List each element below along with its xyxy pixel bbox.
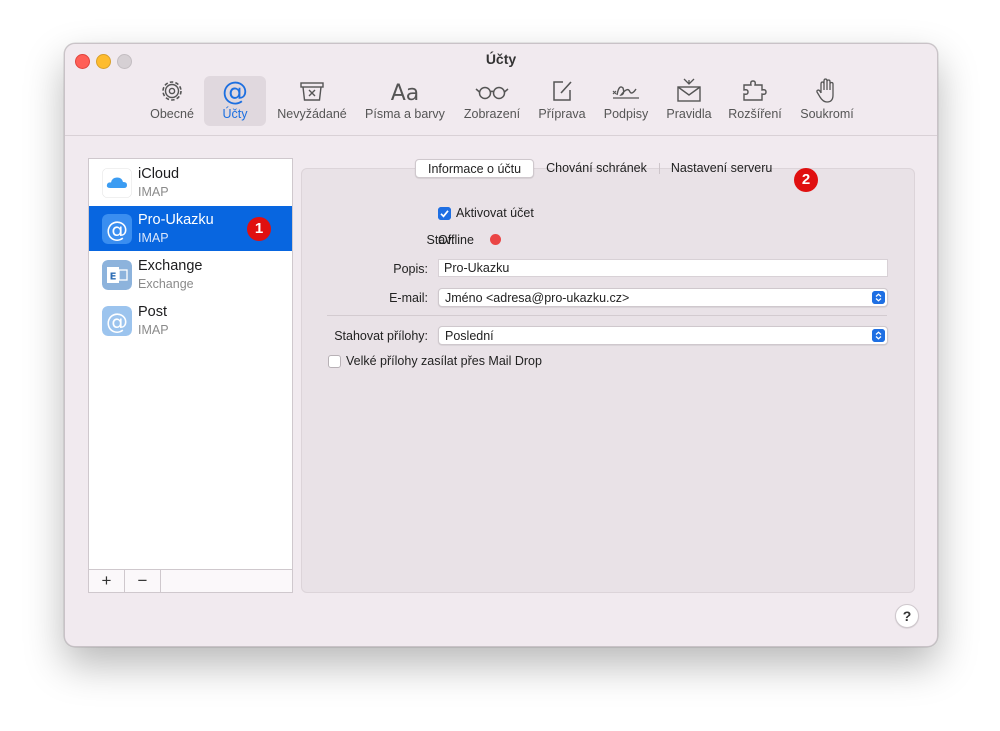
account-name: Exchange bbox=[138, 258, 203, 274]
toolbar-signatures[interactable]: Podpisy bbox=[597, 76, 655, 126]
gear-icon bbox=[162, 81, 182, 101]
toolbar-junk[interactable]: Nevyžádané bbox=[273, 76, 351, 126]
remove-account-button[interactable]: − bbox=[125, 570, 161, 592]
account-type: Exchange bbox=[138, 277, 194, 291]
status-value: Offline bbox=[438, 233, 474, 247]
glasses-icon bbox=[475, 86, 509, 100]
account-item-icloud[interactable]: iCloud IMAP bbox=[89, 160, 292, 205]
accounts-list-footer: + − bbox=[88, 569, 293, 593]
svg-text:E: E bbox=[110, 272, 117, 283]
toolbar-rules[interactable]: Pravidla bbox=[661, 76, 717, 126]
help-button[interactable]: ? bbox=[895, 604, 919, 628]
compose-icon bbox=[553, 81, 572, 101]
email-select[interactable]: Jméno <adresa@pro-ukazku.cz> bbox=[438, 288, 888, 307]
toolbar-extensions-label: Rozšíření bbox=[728, 107, 782, 121]
tab-server-settings[interactable]: Nastavení serveru bbox=[658, 159, 784, 178]
enable-account-checkbox[interactable] bbox=[438, 207, 451, 220]
toolbar-extensions[interactable]: Rozšíření bbox=[723, 76, 787, 126]
toolbar-viewing[interactable]: Zobrazení bbox=[459, 76, 525, 126]
annotation-badge-1: 1 bbox=[247, 217, 271, 241]
enable-account-label: Aktivovat účet bbox=[456, 206, 534, 220]
junk-bin-icon bbox=[300, 82, 324, 101]
toolbar-signatures-label: Podpisy bbox=[603, 107, 649, 121]
toolbar-accounts-label: Účty bbox=[222, 107, 248, 121]
annotation-badge-2: 2 bbox=[794, 168, 818, 192]
toolbar-rules-label: Pravidla bbox=[666, 107, 712, 121]
signature-icon bbox=[612, 86, 639, 99]
add-account-button[interactable]: + bbox=[89, 570, 125, 592]
download-attachments-value: Poslední bbox=[445, 329, 494, 343]
mail-drop-label: Velké přílohy zasílat přes Mail Drop bbox=[346, 354, 542, 368]
svg-text:Aa: Aa bbox=[391, 81, 420, 106]
exchange-icon: E bbox=[102, 260, 132, 290]
at-sign-icon: @ bbox=[222, 77, 248, 106]
account-name: Post bbox=[138, 304, 168, 320]
tab-account-info[interactable]: Informace o účtu bbox=[415, 159, 535, 178]
description-input[interactable] bbox=[438, 259, 888, 277]
download-attachments-label: Stahovat přílohy: bbox=[334, 329, 428, 343]
fonts-icon: Aa bbox=[391, 81, 420, 106]
toolbar-composing[interactable]: Příprava bbox=[533, 76, 591, 126]
account-item-pro-ukazku[interactable]: @ Pro-Ukazku IMAP 1 bbox=[89, 206, 292, 251]
toolbar-junk-label: Nevyžádané bbox=[277, 107, 347, 121]
description-label: Popis: bbox=[393, 262, 428, 276]
account-tabs: Informace o účtu Chování schránek Nastav… bbox=[415, 159, 784, 178]
toolbar-general[interactable]: Obecné bbox=[145, 76, 199, 126]
svg-text:@: @ bbox=[106, 310, 128, 335]
accounts-list[interactable]: iCloud IMAP @ Pro-Ukazku IMAP 1 E Exchan… bbox=[88, 158, 293, 593]
account-item-exchange[interactable]: E Exchange Exchange bbox=[89, 252, 292, 297]
at-sign-icon: @ bbox=[102, 306, 132, 336]
mail-drop-checkbox[interactable] bbox=[328, 355, 341, 368]
email-select-value: Jméno <adresa@pro-ukazku.cz> bbox=[445, 291, 630, 305]
window-title: Účty bbox=[485, 51, 517, 67]
toolbar-fonts-colors[interactable]: Aa Písma a barvy bbox=[359, 76, 451, 126]
toolbar-general-label: Obecné bbox=[150, 107, 194, 121]
account-detail-panel bbox=[301, 168, 915, 593]
account-name: iCloud bbox=[138, 166, 180, 182]
svg-text:@: @ bbox=[222, 77, 248, 106]
preferences-window: Účty Obecné @ Účty Nevyžádané Aa Písma a… bbox=[64, 43, 938, 647]
download-attachments-select[interactable]: Poslední bbox=[438, 326, 888, 345]
toolbar-privacy[interactable]: Soukromí bbox=[794, 76, 860, 126]
toolbar-privacy-label: Soukromí bbox=[800, 107, 854, 121]
tab-mailbox-behaviors[interactable]: Chování schránek bbox=[534, 159, 659, 178]
toolbar-composing-label: Příprava bbox=[538, 107, 586, 121]
svg-text:@: @ bbox=[106, 218, 128, 243]
toolbar-accounts[interactable]: @ Účty bbox=[204, 76, 266, 126]
form-separator bbox=[327, 315, 887, 316]
puzzle-icon bbox=[743, 80, 767, 101]
hand-icon bbox=[816, 78, 834, 103]
email-label: E-mail: bbox=[389, 291, 428, 305]
account-name: Pro-Ukazku bbox=[138, 212, 214, 228]
chevron-up-down-icon bbox=[872, 291, 885, 304]
account-type: IMAP bbox=[138, 231, 169, 245]
account-item-post[interactable]: @ Post IMAP bbox=[89, 298, 292, 343]
status-offline-dot bbox=[490, 234, 501, 245]
toolbar-viewing-label: Zobrazení bbox=[463, 107, 521, 121]
icloud-icon bbox=[102, 168, 132, 198]
account-type: IMAP bbox=[138, 323, 169, 337]
account-type: IMAP bbox=[138, 185, 169, 199]
toolbar-fonts-colors-label: Písma a barvy bbox=[365, 107, 445, 121]
title-bar: Účty Obecné @ Účty Nevyžádané Aa Písma a… bbox=[65, 44, 937, 136]
at-sign-icon: @ bbox=[102, 214, 132, 244]
rules-envelope-icon bbox=[677, 78, 701, 102]
chevron-up-down-icon bbox=[872, 329, 885, 342]
